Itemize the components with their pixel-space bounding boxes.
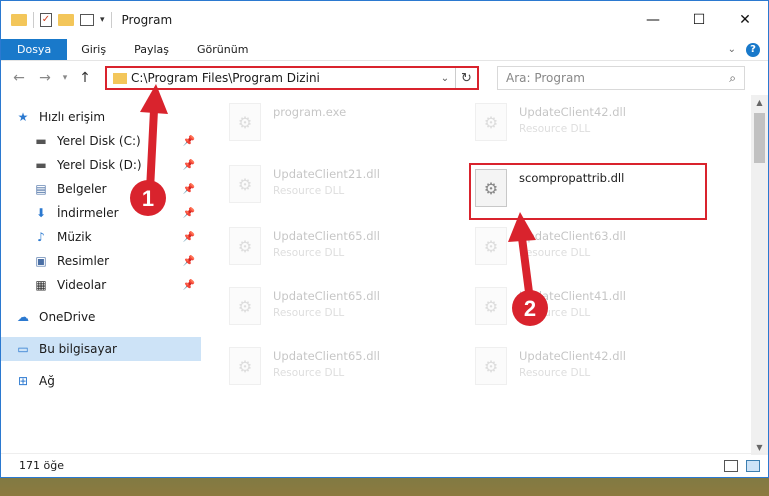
pin-icon[interactable]: 📌 [183,256,195,267]
pin-icon[interactable]: 📌 [183,184,195,195]
dll-file-icon: ⚙ [229,165,261,203]
recent-locations-icon[interactable]: ▾ [59,73,71,83]
file-item[interactable]: ⚙ UpdateClient65.dll Resource DLL [229,347,459,397]
cloud-icon: ☁ [17,310,29,324]
tab-giris[interactable]: Giriş [67,39,120,60]
sidebar-item-quick-access[interactable]: ★ Hızlı erişim [1,105,201,129]
refresh-icon[interactable]: ↻ [455,68,477,88]
sidebar-item-onedrive[interactable]: ☁ OneDrive [1,305,201,329]
drive-icon: ▬ [35,158,47,172]
chevron-down-icon[interactable]: ▾ [100,15,105,25]
scroll-down-icon[interactable]: ▼ [751,443,768,452]
search-icon[interactable]: ⌕ [729,71,736,86]
help-icon[interactable]: ? [746,42,760,57]
explorer-window: ✓ ▾ Program — ☐ ✕ Dosya Giriş Paylaş Gör… [0,0,769,478]
file-item[interactable]: ⚙ UpdateClient63.dll Resource DLL [475,227,705,277]
search-placeholder: Ara: Program [506,71,585,85]
computer-icon: ▭ [17,342,29,356]
new-folder-icon[interactable] [58,14,74,26]
up-arrow-icon[interactable]: ↑ [73,70,97,86]
dll-file-icon: ⚙ [229,287,261,325]
drive-icon: ▬ [35,134,47,148]
minimize-button[interactable]: — [630,1,676,39]
star-icon: ★ [17,110,29,124]
sidebar-item-disk-d[interactable]: ▬ Yerel Disk (D:) 📌 [1,153,201,177]
sidebar-item-belgeler[interactable]: ▤ Belgeler 📌 [1,177,201,201]
item-count: 171 öğe [19,459,64,472]
status-bar: 171 öğe [1,453,768,477]
dll-file-icon: ⚙ [229,227,261,265]
details-view-icon[interactable] [724,459,738,472]
pictures-icon: ▣ [35,254,47,268]
file-item[interactable]: ⚙ UpdateClient65.dll Resource DLL [229,227,459,277]
file-item[interactable]: ⚙ UpdateClient65.dll Resource DLL [229,287,459,337]
properties-check-icon[interactable]: ✓ [40,13,52,27]
file-item-scompropattrib-dll[interactable]: ⚙ scompropattrib.dll [469,163,707,220]
back-arrow-icon[interactable]: ← [7,70,31,86]
pin-icon[interactable]: 📌 [183,280,195,291]
pin-icon[interactable]: 📌 [183,160,195,171]
download-icon: ⬇ [35,206,47,220]
file-item-program-exe[interactable]: ⚙ program.exe [229,103,459,153]
tab-paylas[interactable]: Paylaş [120,39,183,60]
folder-icon [113,72,127,84]
vertical-scrollbar[interactable]: ▲ ▼ [751,95,768,455]
dll-file-icon: ⚙ [229,347,261,385]
sidebar-item-muzik[interactable]: ♪ Müzik 📌 [1,225,201,249]
close-button[interactable]: ✕ [722,1,768,39]
navigation-pane: ★ Hızlı erişim ▬ Yerel Disk (C:) 📌 ▬ Yer… [1,95,201,455]
file-item[interactable]: ⚙ UpdateClient41.dll Resource DLL [475,287,705,337]
dll-file-icon: ⚙ [475,103,507,141]
quick-access-toolbar: ✓ ▾ [1,12,112,28]
sidebar-item-resimler[interactable]: ▣ Resimler 📌 [1,249,201,273]
view-options-icon[interactable] [80,14,94,26]
dll-file-icon: ⚙ [475,347,507,385]
address-bar[interactable]: C:\Program Files\Program Dizini ⌄ ↻ [105,66,479,90]
chevron-down-icon[interactable]: ⌄ [435,73,455,84]
forward-arrow-icon[interactable]: → [33,70,57,86]
folder-icon [11,14,27,26]
tab-dosya[interactable]: Dosya [1,39,68,60]
sidebar-item-disk-c[interactable]: ▬ Yerel Disk (C:) 📌 [1,129,201,153]
file-list: ⚙ program.exe ⚙ UpdateClient42.dll Resour… [201,95,768,455]
ribbon-tabs: Dosya Giriş Paylaş Görünüm ⌄ ? [1,39,768,61]
music-icon: ♪ [37,230,45,244]
sidebar-item-videolar[interactable]: ▦ Videolar 📌 [1,273,201,297]
sidebar-item-bu-bilgisayar[interactable]: ▭ Bu bilgisayar [1,337,201,361]
dll-file-icon: ⚙ [475,227,507,265]
title-bar: ✓ ▾ Program — ☐ ✕ [1,1,768,39]
exe-file-icon: ⚙ [229,103,261,141]
documents-icon: ▤ [35,182,47,196]
file-item[interactable]: ⚙ UpdateClient21.dll Resource DLL [229,165,459,215]
window-title: Program [121,13,173,27]
sidebar-item-ag[interactable]: ⊞ Ağ [1,369,201,393]
address-row: ← → ▾ ↑ C:\Program Files\Program Dizini … [1,61,768,95]
tab-gorunum[interactable]: Görünüm [183,39,262,60]
search-input[interactable]: Ara: Program ⌕ [497,66,745,90]
address-path[interactable]: C:\Program Files\Program Dizini [131,71,435,85]
scroll-up-icon[interactable]: ▲ [751,98,768,107]
dll-file-icon: ⚙ [475,287,507,325]
file-item[interactable]: ⚙ UpdateClient42.dll Resource DLL [475,103,705,153]
file-item[interactable]: ⚙ UpdateClient42.dll Resource DLL [475,347,705,397]
sidebar-item-indirmeler[interactable]: ⬇ İndirmeler 📌 [1,201,201,225]
network-icon: ⊞ [17,374,29,388]
pin-icon[interactable]: 📌 [183,136,195,147]
maximize-button[interactable]: ☐ [676,1,722,39]
large-icons-view-icon[interactable] [746,459,760,472]
scroll-thumb[interactable] [754,113,765,163]
expand-ribbon-icon[interactable]: ⌄ [728,44,736,55]
pin-icon[interactable]: 📌 [183,232,195,243]
pin-icon[interactable]: 📌 [183,208,195,219]
dll-file-icon: ⚙ [475,169,507,207]
videos-icon: ▦ [35,278,47,292]
